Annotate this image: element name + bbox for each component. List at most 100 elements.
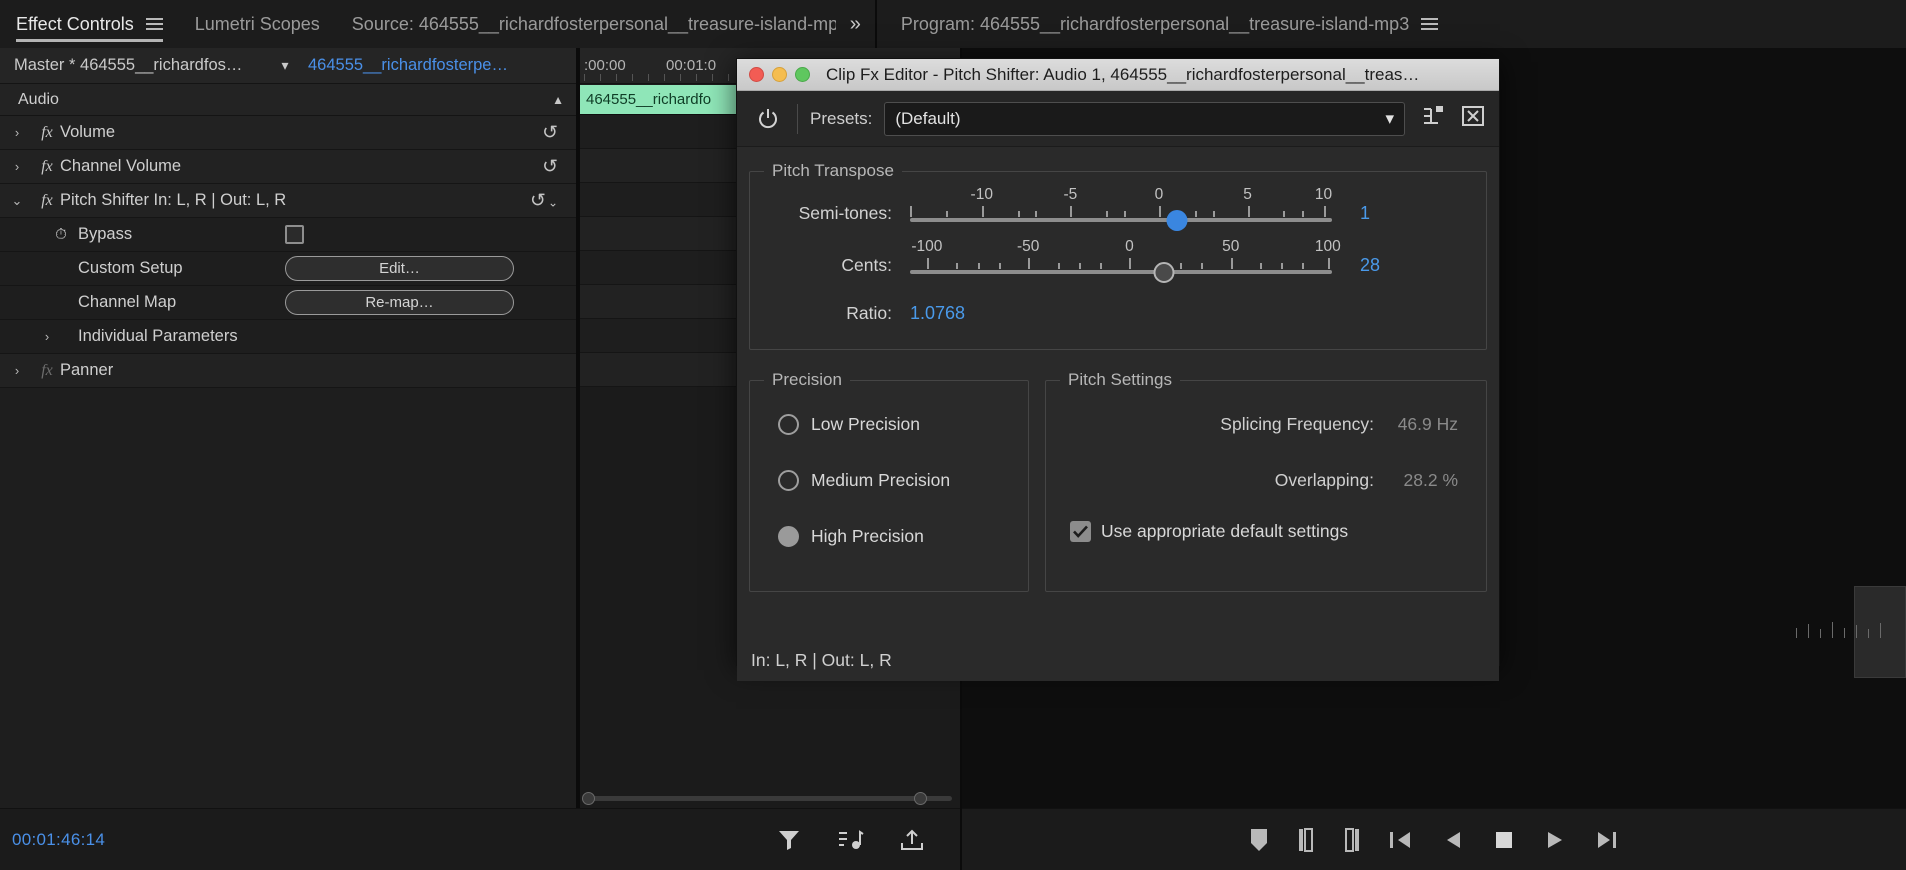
effect-list: › fx Volume ↺ › fx Channel Volume ↺ ⌄ fx… — [0, 116, 576, 388]
radio-button[interactable] — [778, 413, 799, 435]
power-toggle-icon[interactable] — [751, 102, 785, 136]
mark-out-icon[interactable] — [1342, 827, 1362, 853]
checkbox-label: Use appropriate default settings — [1101, 520, 1349, 541]
cents-tick-labels: -100 -50 0 50 100 — [910, 238, 1340, 256]
tick-label: -50 — [1016, 238, 1040, 255]
play-icon[interactable] — [1542, 828, 1568, 852]
mark-in-icon[interactable] — [1296, 827, 1316, 853]
effect-controls-footer: 00:01:46:14 — [0, 808, 960, 870]
effect-row-volume[interactable]: › fx Volume ↺ — [0, 116, 576, 150]
double-chevron-right-icon[interactable]: » — [836, 13, 875, 36]
semitones-label: Semi-tones: — [798, 202, 892, 223]
effect-row-channel-volume[interactable]: › fx Channel Volume ↺ — [0, 150, 576, 184]
add-keyframe-audio-icon[interactable] — [836, 827, 864, 853]
chevron-down-icon[interactable]: ▾ — [1385, 109, 1394, 129]
presets-label: Presets: — [810, 108, 873, 128]
remap-button[interactable]: Re-map… — [285, 290, 514, 315]
precision-option-low[interactable]: Low Precision — [760, 396, 1018, 452]
edit-button[interactable]: Edit… — [285, 256, 514, 281]
fx-icon: fx — [41, 361, 53, 379]
checkbox-checked[interactable] — [1070, 520, 1091, 542]
semitones-value[interactable]: 1 — [1360, 203, 1408, 224]
step-forward-icon[interactable] — [1594, 828, 1620, 852]
disclosure-triangle-icon[interactable]: › — [30, 329, 64, 344]
param-row-custom-setup[interactable]: Custom Setup Edit… — [0, 252, 576, 286]
stop-icon[interactable] — [1492, 828, 1516, 852]
option-label: High Precision — [811, 525, 924, 546]
precision-option-medium[interactable]: Medium Precision — [760, 452, 1018, 508]
stopwatch-icon[interactable]: ⏱ — [44, 226, 78, 243]
reset-icon[interactable]: ↺ — [542, 155, 558, 178]
radio-button-selected[interactable] — [778, 525, 799, 547]
filter-icon[interactable] — [776, 827, 802, 853]
hamburger-icon[interactable] — [1421, 18, 1439, 30]
cents-value[interactable]: 28 — [1360, 255, 1408, 276]
presets-dropdown[interactable]: (Default) ▾ — [884, 101, 1405, 136]
cents-knob[interactable] — [1153, 262, 1175, 283]
tick-label: 0 — [1125, 238, 1134, 255]
scrollbar-track — [588, 796, 952, 801]
audio-section-header[interactable]: Audio ▲ — [0, 84, 576, 116]
preset-delete-icon[interactable] — [1461, 105, 1485, 132]
param-row-individual-parameters[interactable]: › Individual Parameters — [0, 320, 576, 354]
tab-program-monitor[interactable]: Program: 464555__richardfosterpersonal__… — [877, 0, 1454, 48]
tab-label: Lumetri Scopes — [194, 13, 320, 34]
effect-controls-header: Master * 464555__richardfos… ▾ 464555__r… — [0, 48, 576, 84]
disclosure-triangle-icon[interactable]: › — [0, 363, 34, 378]
param-label: Individual Parameters — [78, 327, 238, 345]
selected-clip-name[interactable]: 464555__richardfosterpe… — [302, 56, 512, 75]
disclosure-triangle-icon[interactable]: › — [0, 159, 34, 174]
tick-label: -5 — [1063, 186, 1078, 203]
tick-label: 10 — [1314, 186, 1333, 203]
scrollbar-handle-left[interactable] — [582, 792, 595, 805]
default-settings-checkbox-row[interactable]: Use appropriate default settings — [1056, 508, 1476, 554]
dialog-title-bar[interactable]: Clip Fx Editor - Pitch Shifter: Audio 1,… — [737, 59, 1499, 91]
tab-lumetri-scopes[interactable]: Lumetri Scopes — [179, 0, 336, 48]
cents-label: Cents: — [841, 254, 892, 275]
semitones-row: Semi-tones: -10 -5 0 5 10 1 — [760, 186, 1476, 239]
step-back-icon[interactable] — [1440, 828, 1466, 852]
go-to-in-icon[interactable] — [1388, 828, 1414, 852]
precision-option-high[interactable]: High Precision — [760, 508, 1018, 564]
effect-row-panner[interactable]: › fx Panner — [0, 354, 576, 388]
close-button[interactable] — [749, 67, 764, 82]
hamburger-icon[interactable] — [145, 18, 163, 30]
reset-icon[interactable]: ↺ — [542, 121, 558, 144]
master-clip-selector[interactable]: Master * 464555__richardfos… — [0, 56, 268, 75]
chevron-down-icon[interactable]: ▾ — [268, 57, 302, 74]
toolbar-divider — [797, 103, 798, 134]
effect-row-pitch-shifter[interactable]: ⌄ fx Pitch Shifter In: L, R | Out: L, R … — [0, 184, 576, 218]
tab-effect-controls[interactable]: Effect Controls — [0, 0, 179, 48]
overlapping-row: Overlapping: 28.2 % — [1056, 452, 1476, 508]
reset-icon[interactable]: ↺ — [530, 189, 558, 212]
caret-up-icon[interactable]: ▲ — [552, 93, 564, 107]
premiere-window: Effect Controls Lumetri Scopes Source: 4… — [0, 0, 1906, 870]
disclosure-triangle-icon[interactable]: ⌄ — [0, 193, 34, 209]
cents-slider[interactable]: -100 -50 0 50 100 — [910, 238, 1341, 288]
minimize-button[interactable] — [772, 67, 787, 82]
program-transport-bar — [962, 808, 1906, 870]
tab-label: Program: 464555__richardfosterpersonal__… — [900, 13, 1410, 34]
radio-button[interactable] — [778, 469, 799, 491]
param-row-bypass[interactable]: ⏱ Bypass — [0, 218, 576, 252]
scrollbar-handle-right[interactable] — [914, 792, 927, 805]
export-icon[interactable] — [898, 827, 926, 853]
tick-label: 100 — [1314, 238, 1341, 255]
param-label: Custom Setup — [78, 259, 183, 277]
param-label: Bypass — [78, 225, 133, 243]
param-row-channel-map[interactable]: Channel Map Re-map… — [0, 286, 576, 320]
marker-icon[interactable] — [1248, 827, 1270, 853]
timeline-zoom-scrollbar[interactable] — [580, 788, 960, 808]
dialog-title: Clip Fx Editor - Pitch Shifter: Audio 1,… — [826, 64, 1420, 84]
semitones-slider[interactable]: -10 -5 0 5 10 — [910, 186, 1340, 236]
maximize-button[interactable] — [795, 67, 810, 82]
semitones-knob[interactable] — [1166, 210, 1188, 231]
timecode-display[interactable]: 00:01:46:14 — [0, 830, 105, 850]
panel-tab-bar: Effect Controls Lumetri Scopes Source: 4… — [0, 0, 1906, 48]
tab-label: Effect Controls — [16, 13, 134, 34]
tab-source-monitor[interactable]: Source: 464555__richardfosterpersonal__t… — [336, 0, 836, 48]
setting-label: Splicing Frequency: — [1220, 413, 1374, 434]
bypass-checkbox[interactable] — [285, 225, 304, 244]
disclosure-triangle-icon[interactable]: › — [0, 125, 34, 140]
preset-save-icon[interactable] — [1421, 105, 1445, 132]
